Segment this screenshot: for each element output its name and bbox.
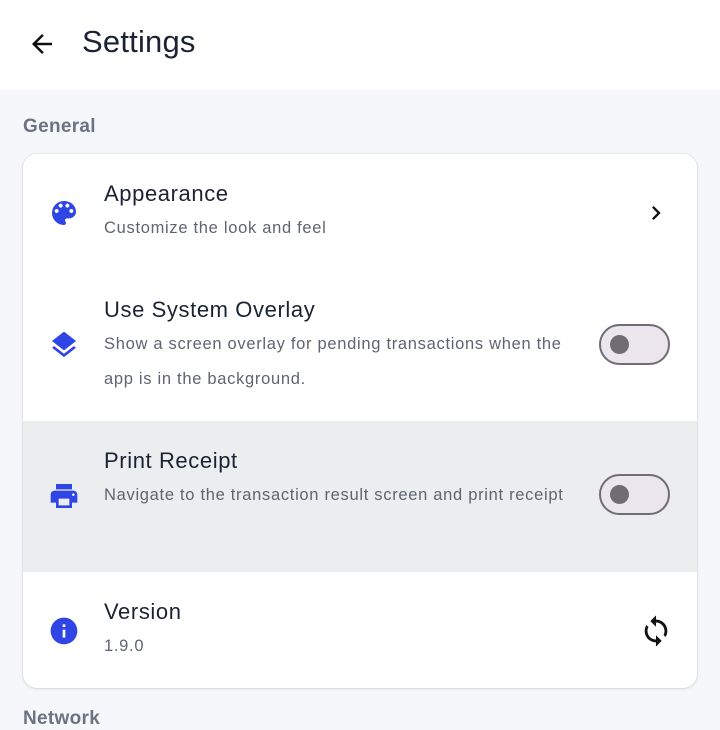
setting-title: Appearance [104, 181, 229, 206]
layers-icon [47, 328, 81, 362]
setting-subtitle: Navigate to the transaction result scree… [104, 486, 564, 504]
section-title-general: General [23, 116, 96, 137]
toggle-knob [610, 335, 629, 354]
setting-system-overlay[interactable]: Use System Overlay Show a screen overlay… [23, 271, 697, 421]
section-title-network: Network [23, 708, 101, 729]
arrow-back-icon [32, 34, 52, 54]
setting-subtitle: Show a screen overlay for pending transa… [104, 335, 562, 388]
system-overlay-toggle[interactable] [599, 324, 670, 365]
palette-icon [47, 196, 81, 230]
printer-icon [47, 479, 81, 513]
setting-appearance[interactable]: Appearance Customize the look and feel [23, 154, 697, 271]
setting-title: Use System Overlay [104, 297, 316, 322]
toggle-knob [610, 485, 629, 504]
setting-title: Print Receipt [104, 448, 238, 473]
sync-icon[interactable] [637, 612, 675, 650]
version-number: 1.9.0 [104, 637, 145, 655]
app-bar: Settings [0, 0, 720, 90]
chevron-right-icon [641, 198, 671, 228]
page-title: Settings [82, 24, 196, 59]
info-icon [47, 614, 81, 648]
setting-subtitle: Customize the look and feel [104, 219, 327, 237]
setting-title: Version [104, 599, 182, 624]
settings-card-general: Appearance Customize the look and feel U… [23, 154, 697, 688]
back-button[interactable] [24, 26, 60, 62]
print-receipt-toggle[interactable] [599, 474, 670, 515]
setting-version[interactable]: Version 1.9.0 [23, 572, 697, 688]
setting-print-receipt[interactable]: Print Receipt Navigate to the transactio… [23, 421, 697, 572]
